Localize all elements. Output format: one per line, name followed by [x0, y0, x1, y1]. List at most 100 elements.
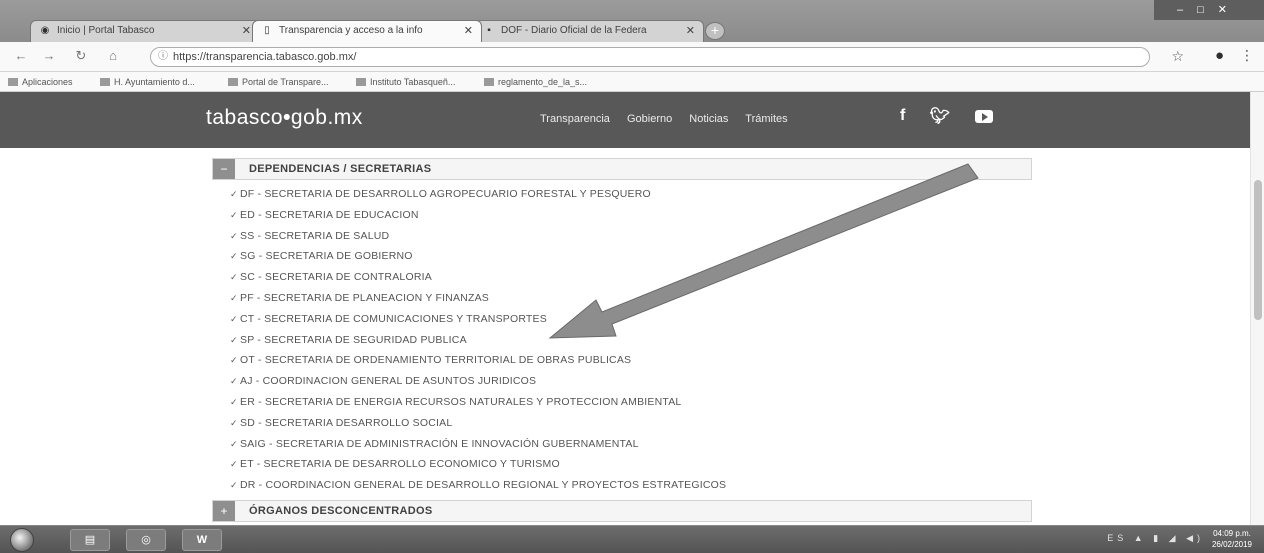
check-icon: ✓	[230, 417, 238, 428]
forward-arrow-icon[interactable]: →	[40, 48, 58, 63]
window-controls[interactable]: –□✕	[1154, 0, 1264, 20]
bookmarks-bar: Aplicaciones H. Ayuntamiento d... Portal…	[0, 72, 1264, 92]
dependency-link[interactable]: SS - SECRETARIA DE SALUD	[240, 230, 389, 242]
dependency-link[interactable]: PF - SECRETARIA DE PLANEACION Y FINANZAS	[240, 292, 489, 304]
page-viewport: tabasco•gob.mx Transparencia Gobierno No…	[0, 92, 1264, 525]
check-icon: ✓	[230, 396, 238, 407]
section-title: DEPENDENCIAS / SECRETARIAS	[249, 163, 432, 175]
dependency-link[interactable]: DR - COORDINACION GENERAL DE DESARROLLO …	[240, 479, 726, 491]
expand-toggle-icon[interactable]: +	[213, 501, 235, 521]
nav-tramites[interactable]: Trámites	[745, 113, 787, 125]
apps-grid-icon	[8, 78, 18, 86]
list-item[interactable]: ✓ SC - SECRETARIA DE CONTRALORIA	[230, 267, 726, 288]
info-icon[interactable]: ⓘ	[158, 48, 168, 66]
bookmark-reglamento[interactable]: reglamento_de_la_s...	[484, 72, 587, 92]
bookmark-instituto-tabasqueno[interactable]: Instituto Tabasqueñ...	[356, 72, 455, 92]
back-arrow-icon[interactable]: ←	[12, 48, 30, 63]
new-tab-button[interactable]: +	[705, 22, 725, 40]
dependencias-list: ✓ DF - SECRETARIA DE DESARROLLO AGROPECUA…	[230, 184, 726, 496]
nav-noticias[interactable]: Noticias	[689, 113, 728, 125]
portal-favicon-icon: ◉	[40, 25, 50, 36]
nav-gobierno[interactable]: Gobierno	[627, 113, 672, 125]
collapse-toggle-icon[interactable]: −	[213, 159, 235, 179]
tab-title: Transparencia y acceso a la info	[279, 25, 423, 36]
bookmark-star-icon[interactable]: ☆	[1171, 48, 1184, 65]
dependency-link[interactable]: ET - SECRETARIA DE DESARROLLO ECONOMICO …	[240, 458, 560, 470]
list-item[interactable]: ✓ PF - SECRETARIA DE PLANEACION Y FINANZA…	[230, 288, 726, 309]
check-icon: ✓	[230, 438, 238, 449]
check-icon: ✓	[230, 313, 238, 324]
site-logo[interactable]: tabasco•gob.mx	[206, 106, 363, 130]
list-item[interactable]: ✓ CT - SECRETARIA DE COMUNICACIONES Y TRA…	[230, 309, 726, 330]
list-item[interactable]: ✓ DR - COORDINACION GENERAL DE DESARROLLO…	[230, 475, 726, 496]
social-links: f 🐦︎	[900, 106, 1013, 126]
scrollbar-thumb[interactable]	[1254, 180, 1262, 320]
dependency-link[interactable]: ED - SECRETARIA DE EDUCACION	[240, 209, 419, 221]
bookmark-portal-transparencia[interactable]: Portal de Transpare...	[228, 72, 329, 92]
start-button[interactable]	[10, 528, 34, 552]
file-explorer-icon[interactable]: ▤	[70, 529, 110, 551]
check-icon: ✓	[230, 334, 238, 345]
section-dependencias-header[interactable]: − DEPENDENCIAS / SECRETARIAS	[212, 158, 1032, 180]
check-icon: ✓	[230, 251, 238, 262]
tab-inicio-portal-tabasco[interactable]: ◉ Inicio | Portal Tabasco ✕	[30, 20, 260, 42]
dependency-link[interactable]: CT - SECRETARIA DE COMUNICACIONES Y TRAN…	[240, 313, 547, 325]
list-item[interactable]: ✓ ER - SECRETARIA DE ENERGIA RECURSOS NAT…	[230, 392, 726, 413]
check-icon: ✓	[230, 209, 238, 220]
clock-time: 04:09 p.m.	[1213, 529, 1251, 538]
browser-tabstrip: ◉ Inicio | Portal Tabasco ✕ ▯ Transparen…	[0, 0, 1264, 42]
main-nav: Transparencia Gobierno Noticias Trámites	[540, 113, 802, 125]
bookmark-ayuntamiento[interactable]: H. Ayuntamiento d...	[100, 72, 195, 92]
nav-transparencia[interactable]: Transparencia	[540, 113, 610, 125]
list-item[interactable]: ✓ ET - SECRETARIA DE DESARROLLO ECONOMICO…	[230, 454, 726, 475]
url-text: https://transparencia.tabasco.gob.mx/	[173, 51, 357, 63]
dependency-link[interactable]: DF - SECRETARIA DE DESARROLLO AGROPECUAR…	[240, 188, 651, 200]
youtube-icon[interactable]	[974, 109, 993, 123]
dependency-link[interactable]: SG - SECRETARIA DE GOBIERNO	[240, 250, 413, 262]
facebook-icon[interactable]: f	[900, 107, 905, 125]
taskbar-clock[interactable]: 04:09 p.m. 26/02/2019	[1208, 528, 1256, 550]
list-item[interactable]: ✓ AJ - COORDINACION GENERAL DE ASUNTOS JU…	[230, 371, 726, 392]
system-tray[interactable]: ES ▲ ▮ ◢ ◀)	[1107, 533, 1204, 544]
list-item[interactable]: ✓ SS - SECRETARIA DE SALUD	[230, 226, 726, 247]
tab-title: Inicio | Portal Tabasco	[57, 25, 155, 36]
check-icon: ✓	[230, 355, 238, 366]
bookmark-aplicaciones[interactable]: Aplicaciones	[8, 72, 73, 92]
page-scrollbar[interactable]	[1250, 92, 1264, 525]
list-item[interactable]: ✓ SD - SECRETARIA DESARROLLO SOCIAL	[230, 413, 726, 434]
list-item[interactable]: ✓ SAIG - SECRETARIA DE ADMINISTRACIÓN E I…	[230, 434, 726, 455]
document-icon	[484, 78, 494, 86]
list-item[interactable]: ✓ DF - SECRETARIA DE DESARROLLO AGROPECUA…	[230, 184, 726, 205]
list-item[interactable]: ✓ OT - SECRETARIA DE ORDENAMIENTO TERRITO…	[230, 350, 726, 371]
list-item[interactable]: ✓ SG - SECRETARIA DE GOBIERNO	[230, 246, 726, 267]
dependency-link[interactable]: SD - SECRETARIA DESARROLLO SOCIAL	[240, 417, 452, 429]
twitter-icon[interactable]: 🐦︎	[930, 106, 950, 126]
home-icon[interactable]: ⌂	[104, 48, 122, 63]
tab-dof[interactable]: ▪ DOF - Diario Oficial de la Federa ✕	[474, 20, 704, 42]
profile-icon[interactable]: ●	[1215, 47, 1224, 64]
section-title: ÓRGANOS DESCONCENTRADOS	[249, 505, 433, 517]
word-icon[interactable]: W	[182, 529, 222, 551]
dependency-link[interactable]: AJ - COORDINACION GENERAL DE ASUNTOS JUR…	[240, 375, 536, 387]
dependency-link[interactable]: SAIG - SECRETARIA DE ADMINISTRACIÓN E IN…	[240, 438, 639, 450]
tab-transparencia[interactable]: ▯ Transparencia y acceso a la info ✕	[252, 20, 482, 42]
tab-close-icon[interactable]: ✕	[464, 21, 473, 41]
tab-close-icon[interactable]: ✕	[242, 21, 251, 41]
check-icon: ✓	[230, 480, 238, 491]
tab-close-icon[interactable]: ✕	[686, 21, 695, 41]
section-organos-header[interactable]: + ÓRGANOS DESCONCENTRADOS	[212, 500, 1032, 522]
list-item[interactable]: ✓ SP - SECRETARIA DE SEGURIDAD PUBLICA	[230, 330, 726, 351]
reload-icon[interactable]: ↻	[72, 48, 90, 64]
list-item[interactable]: ✓ ED - SECRETARIA DE EDUCACION	[230, 205, 726, 226]
address-bar[interactable]: ⓘ https://transparencia.tabasco.gob.mx/	[150, 47, 1150, 67]
browser-toolbar: ← → ↻ ⌂ ⓘ https://transparencia.tabasco.…	[0, 42, 1264, 72]
check-icon: ✓	[230, 189, 238, 199]
dof-favicon-icon: ▪	[487, 25, 491, 36]
dependency-link[interactable]: ER - SECRETARIA DE ENERGIA RECURSOS NATU…	[240, 396, 681, 408]
dependency-link[interactable]: OT - SECRETARIA DE ORDENAMIENTO TERRITOR…	[240, 354, 631, 366]
dependency-link-seguridad-publica[interactable]: SP - SECRETARIA DE SEGURIDAD PUBLICA	[240, 334, 467, 346]
menu-kebab-icon[interactable]: ⋮	[1240, 47, 1254, 64]
dependency-link[interactable]: SC - SECRETARIA DE CONTRALORIA	[240, 271, 432, 283]
check-icon: ✓	[230, 376, 238, 387]
chrome-icon[interactable]: ◎	[126, 529, 166, 551]
